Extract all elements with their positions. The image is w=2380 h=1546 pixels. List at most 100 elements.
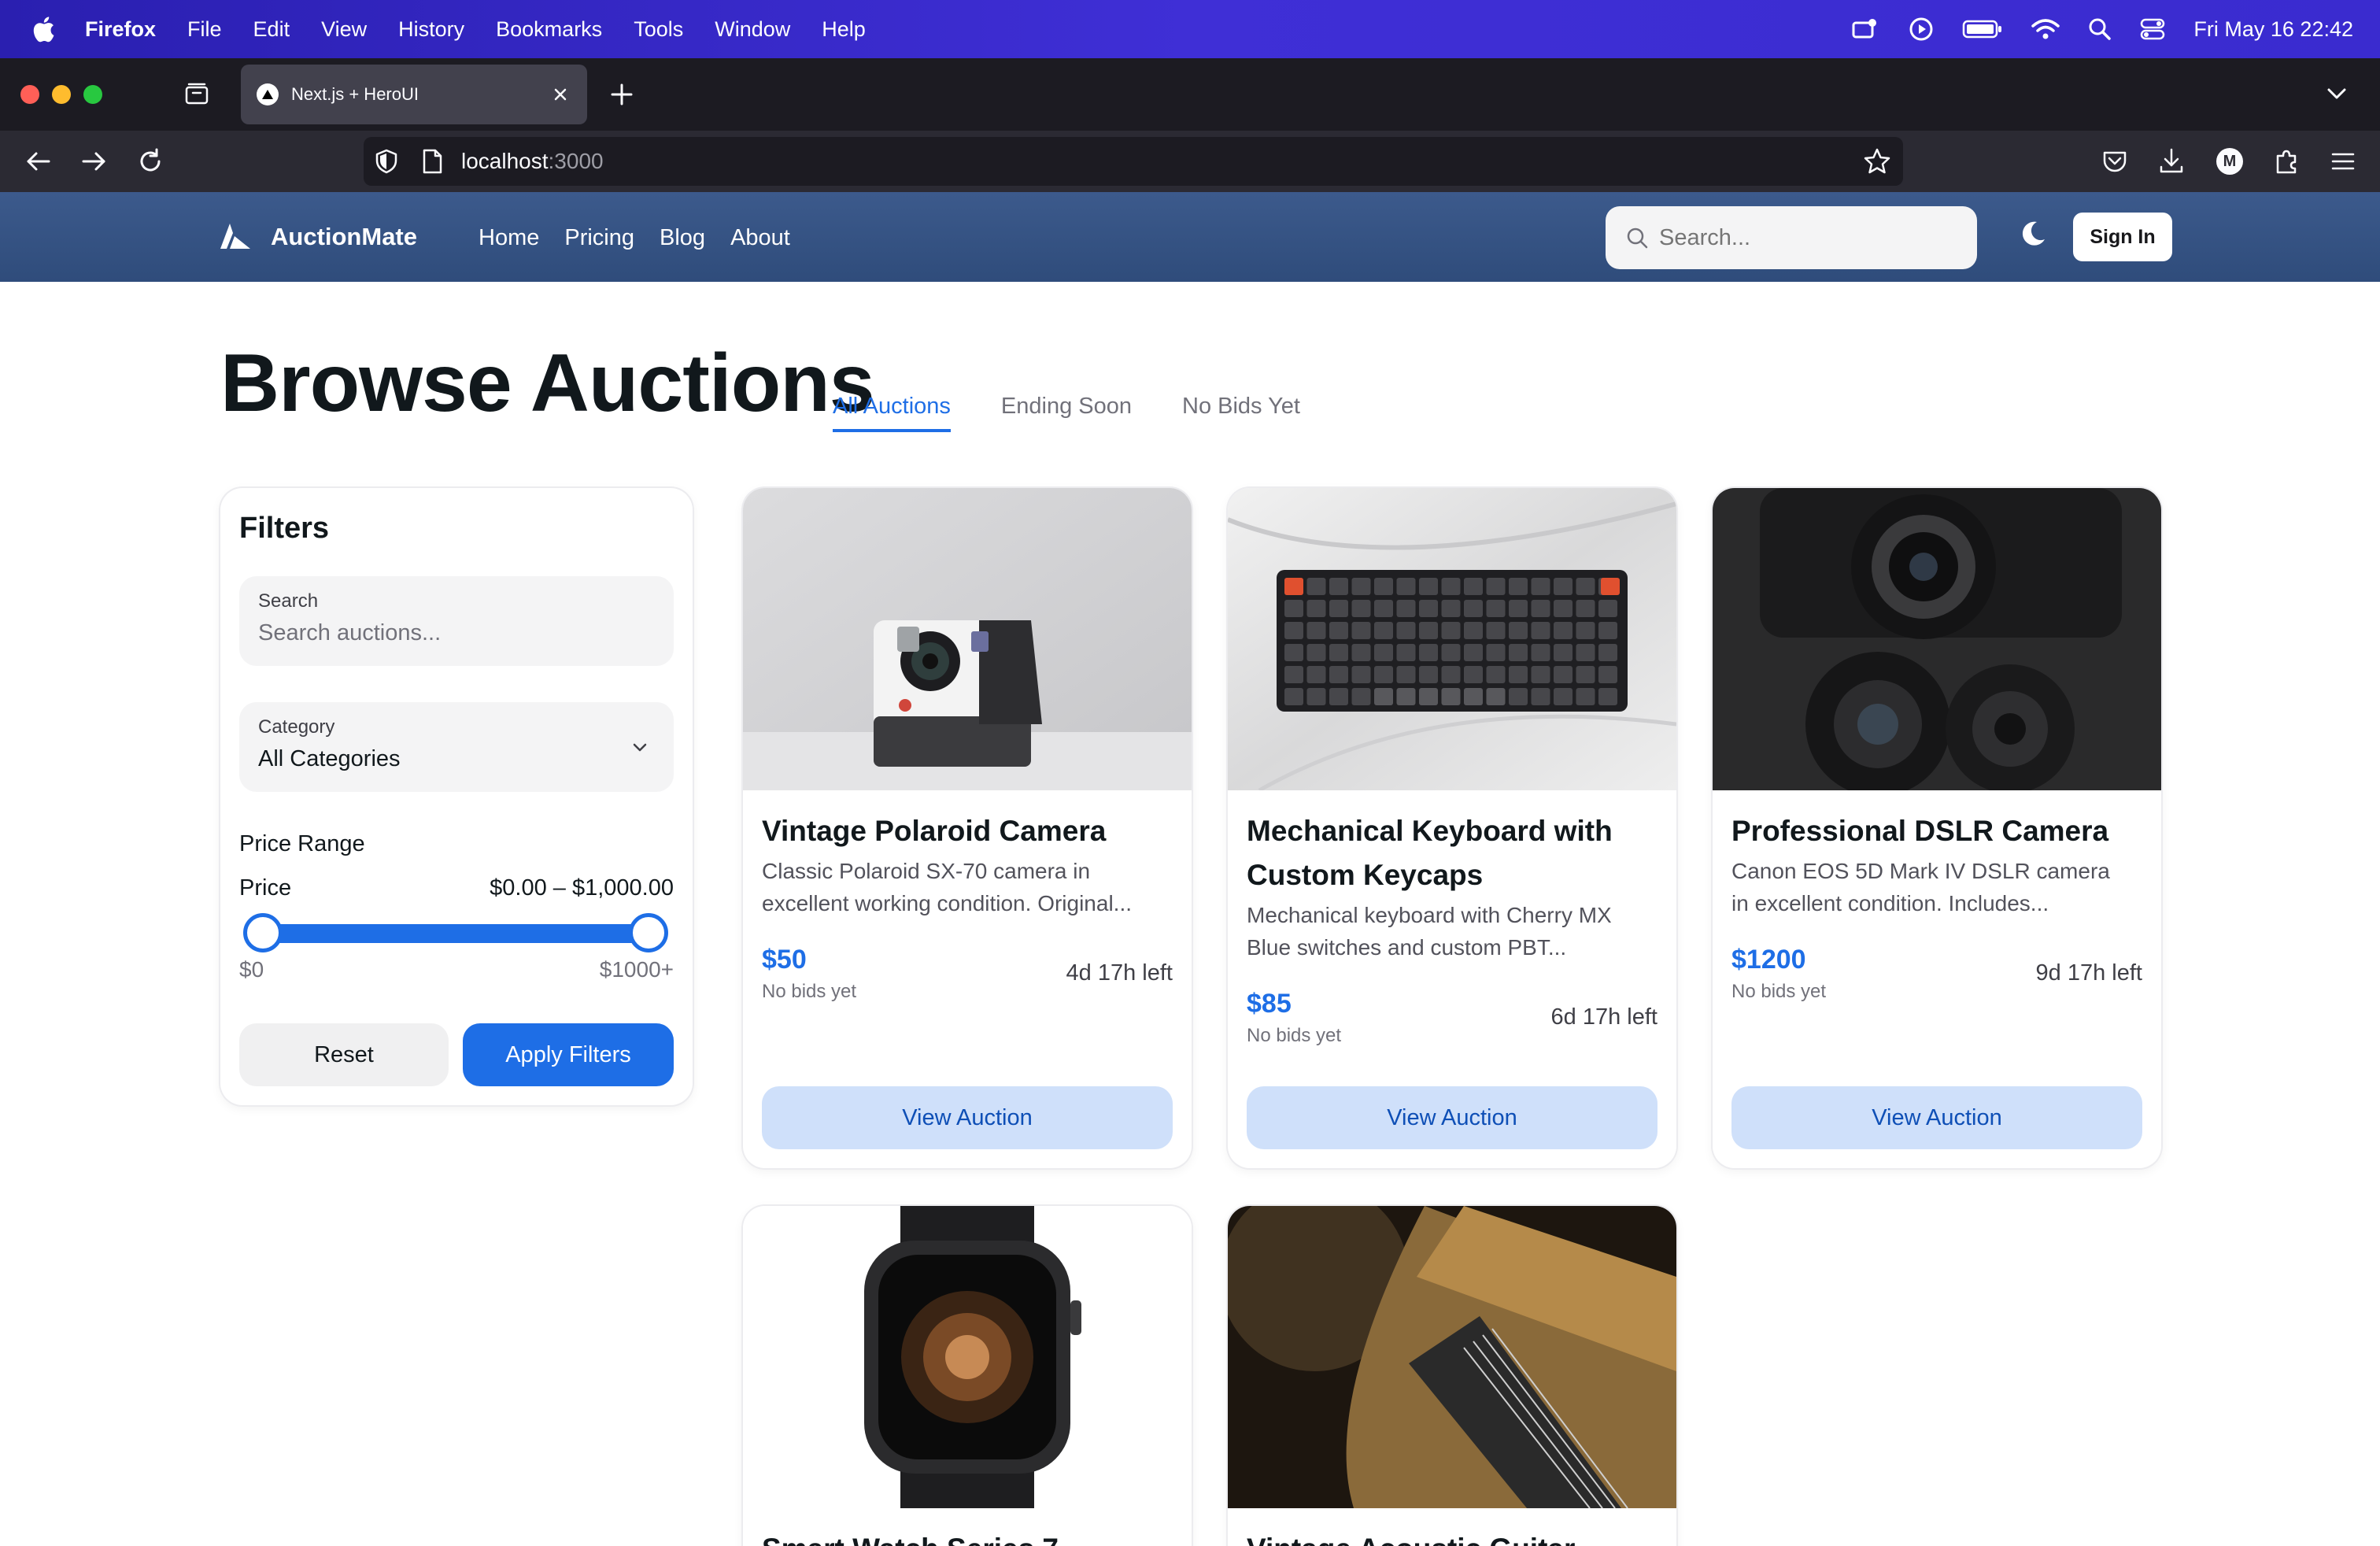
keycap: [1509, 622, 1528, 639]
reset-button[interactable]: Reset: [239, 1023, 449, 1086]
price-slider-max-handle[interactable]: [629, 913, 668, 952]
auction-title[interactable]: Smart Watch Series 7: [762, 1527, 1173, 1546]
control-center-icon[interactable]: [2140, 17, 2165, 41]
forward-arrow-icon[interactable]: [79, 146, 109, 176]
keycap: [1306, 666, 1326, 683]
category-select[interactable]: Category All Categories: [239, 702, 674, 792]
nav-about[interactable]: About: [730, 225, 790, 251]
keycap: [1306, 578, 1326, 595]
view-auction-button[interactable]: View Auction: [1731, 1086, 2142, 1149]
auction-description-line-2: excellent working condition. Original...: [762, 891, 1133, 915]
auctionmate-logo-icon[interactable]: [219, 222, 252, 250]
auction-title[interactable]: Mechanical Keyboard with Custom Keycaps: [1247, 809, 1658, 897]
window-close-button[interactable]: [20, 85, 39, 104]
keycap: [1419, 644, 1438, 661]
keycap: [1329, 666, 1348, 683]
new-tab-plus-icon[interactable]: [608, 80, 636, 109]
acoustic-guitar-image[interactable]: [1228, 1206, 1676, 1508]
menu-app-firefox[interactable]: Firefox: [85, 17, 156, 42]
play-circle-icon[interactable]: [1909, 17, 1934, 42]
menu-help[interactable]: Help: [822, 17, 866, 42]
slider-max-label: $1000+: [599, 957, 674, 982]
menu-history[interactable]: History: [398, 17, 464, 42]
auction-description-line-1: Canon EOS 5D Mark IV DSLR camera: [1731, 859, 2110, 883]
nav-blog[interactable]: Blog: [660, 225, 705, 251]
keycap: [1329, 578, 1348, 595]
polaroid-camera-image[interactable]: [743, 488, 1192, 790]
keycap: [1464, 600, 1483, 617]
keycap: [1531, 666, 1550, 683]
keycap: [1284, 600, 1303, 617]
tab-no-bids-yet[interactable]: No Bids Yet: [1182, 394, 1300, 432]
hamburger-menu-icon[interactable]: [2328, 146, 2358, 176]
dslr-camera-image[interactable]: [1713, 488, 2161, 790]
menu-window[interactable]: Window: [715, 17, 790, 42]
site-search-box[interactable]: [1606, 206, 1977, 269]
tab-all-auctions[interactable]: All Auctions: [833, 394, 951, 432]
keycap: [1554, 644, 1572, 661]
nav-home[interactable]: Home: [479, 225, 539, 251]
apply-filters-button[interactable]: Apply Filters: [463, 1023, 674, 1086]
apple-logo-icon[interactable]: [31, 16, 55, 43]
pocket-icon[interactable]: [2100, 146, 2130, 176]
mechanical-keyboard-image[interactable]: [1228, 488, 1676, 790]
keycap: [1486, 688, 1506, 705]
keycap: [1374, 578, 1393, 595]
url-text[interactable]: localhost:3000: [461, 149, 604, 174]
filter-search-input[interactable]: Search auctions...: [258, 620, 441, 646]
window-zoom-button[interactable]: [83, 85, 102, 104]
tab-close-icon[interactable]: [548, 82, 573, 107]
back-arrow-icon[interactable]: [24, 146, 54, 176]
menubar-clock[interactable]: Fri May 16 22:42: [2193, 17, 2353, 42]
downloads-icon[interactable]: [2156, 146, 2186, 176]
view-auction-button[interactable]: View Auction: [762, 1086, 1173, 1149]
bookmark-star-icon[interactable]: [1862, 146, 1892, 176]
theme-toggle-moon-icon[interactable]: [2018, 219, 2048, 249]
keycap: [1554, 688, 1572, 705]
tab-title: Next.js + HeroUI: [291, 84, 419, 104]
chevron-down-icon[interactable]: [628, 735, 652, 759]
page-info-icon[interactable]: [419, 148, 445, 175]
auction-bids-status: No bids yet: [762, 981, 857, 1002]
window-minimize-button[interactable]: [52, 85, 71, 104]
tracking-protection-shield-icon[interactable]: [373, 148, 400, 175]
spotlight-search-icon[interactable]: [2088, 17, 2112, 41]
list-all-tabs-chevron-down-icon[interactable]: [2325, 82, 2349, 105]
price-slider-min-handle[interactable]: [243, 913, 283, 952]
menu-tools[interactable]: Tools: [634, 17, 683, 42]
keycap: [1396, 622, 1416, 639]
auction-title[interactable]: Vintage Acoustic Guitar: [1247, 1527, 1658, 1546]
menu-bookmarks[interactable]: Bookmarks: [496, 17, 602, 42]
smart-watch-image[interactable]: [743, 1206, 1192, 1508]
auction-description-line-1: Mechanical keyboard with Cherry MX: [1247, 903, 1612, 927]
keycap: [1486, 622, 1506, 639]
wifi-icon[interactable]: [2031, 18, 2060, 40]
keycap: [1464, 688, 1483, 705]
keycap: [1351, 644, 1371, 661]
auction-title[interactable]: Professional DSLR Camera: [1731, 809, 2142, 853]
extensions-puzzle-icon[interactable]: [2271, 146, 2301, 176]
keycap: [1351, 578, 1371, 595]
price-slider-track[interactable]: [255, 924, 656, 943]
auction-card-keyboard: Mechanical Keyboard with Custom Keycaps M…: [1228, 488, 1676, 1168]
account-avatar[interactable]: M: [2216, 148, 2243, 175]
browser-tab-active[interactable]: Next.js + HeroUI: [241, 65, 587, 124]
menu-view[interactable]: View: [321, 17, 367, 42]
sign-in-button[interactable]: Sign In: [2073, 213, 2172, 261]
filter-search-field[interactable]: Search Search auctions...: [239, 576, 674, 666]
view-auction-button[interactable]: View Auction: [1247, 1086, 1658, 1149]
tab-ending-soon[interactable]: Ending Soon: [1001, 394, 1132, 432]
brand-name[interactable]: AuctionMate: [271, 223, 417, 251]
nav-pricing[interactable]: Pricing: [564, 225, 634, 251]
auction-title[interactable]: Vintage Polaroid Camera: [762, 809, 1173, 853]
keycap: [1486, 666, 1506, 683]
keycap: [1509, 688, 1528, 705]
battery-icon[interactable]: [1962, 19, 2003, 39]
menu-edit[interactable]: Edit: [253, 17, 290, 42]
firefox-view-icon[interactable]: [183, 80, 211, 109]
stage-manager-icon[interactable]: [1850, 17, 1880, 42]
keycap: [1329, 622, 1348, 639]
reload-icon[interactable]: [135, 146, 165, 176]
site-search-input[interactable]: [1659, 224, 1958, 251]
menu-file[interactable]: File: [187, 17, 222, 42]
